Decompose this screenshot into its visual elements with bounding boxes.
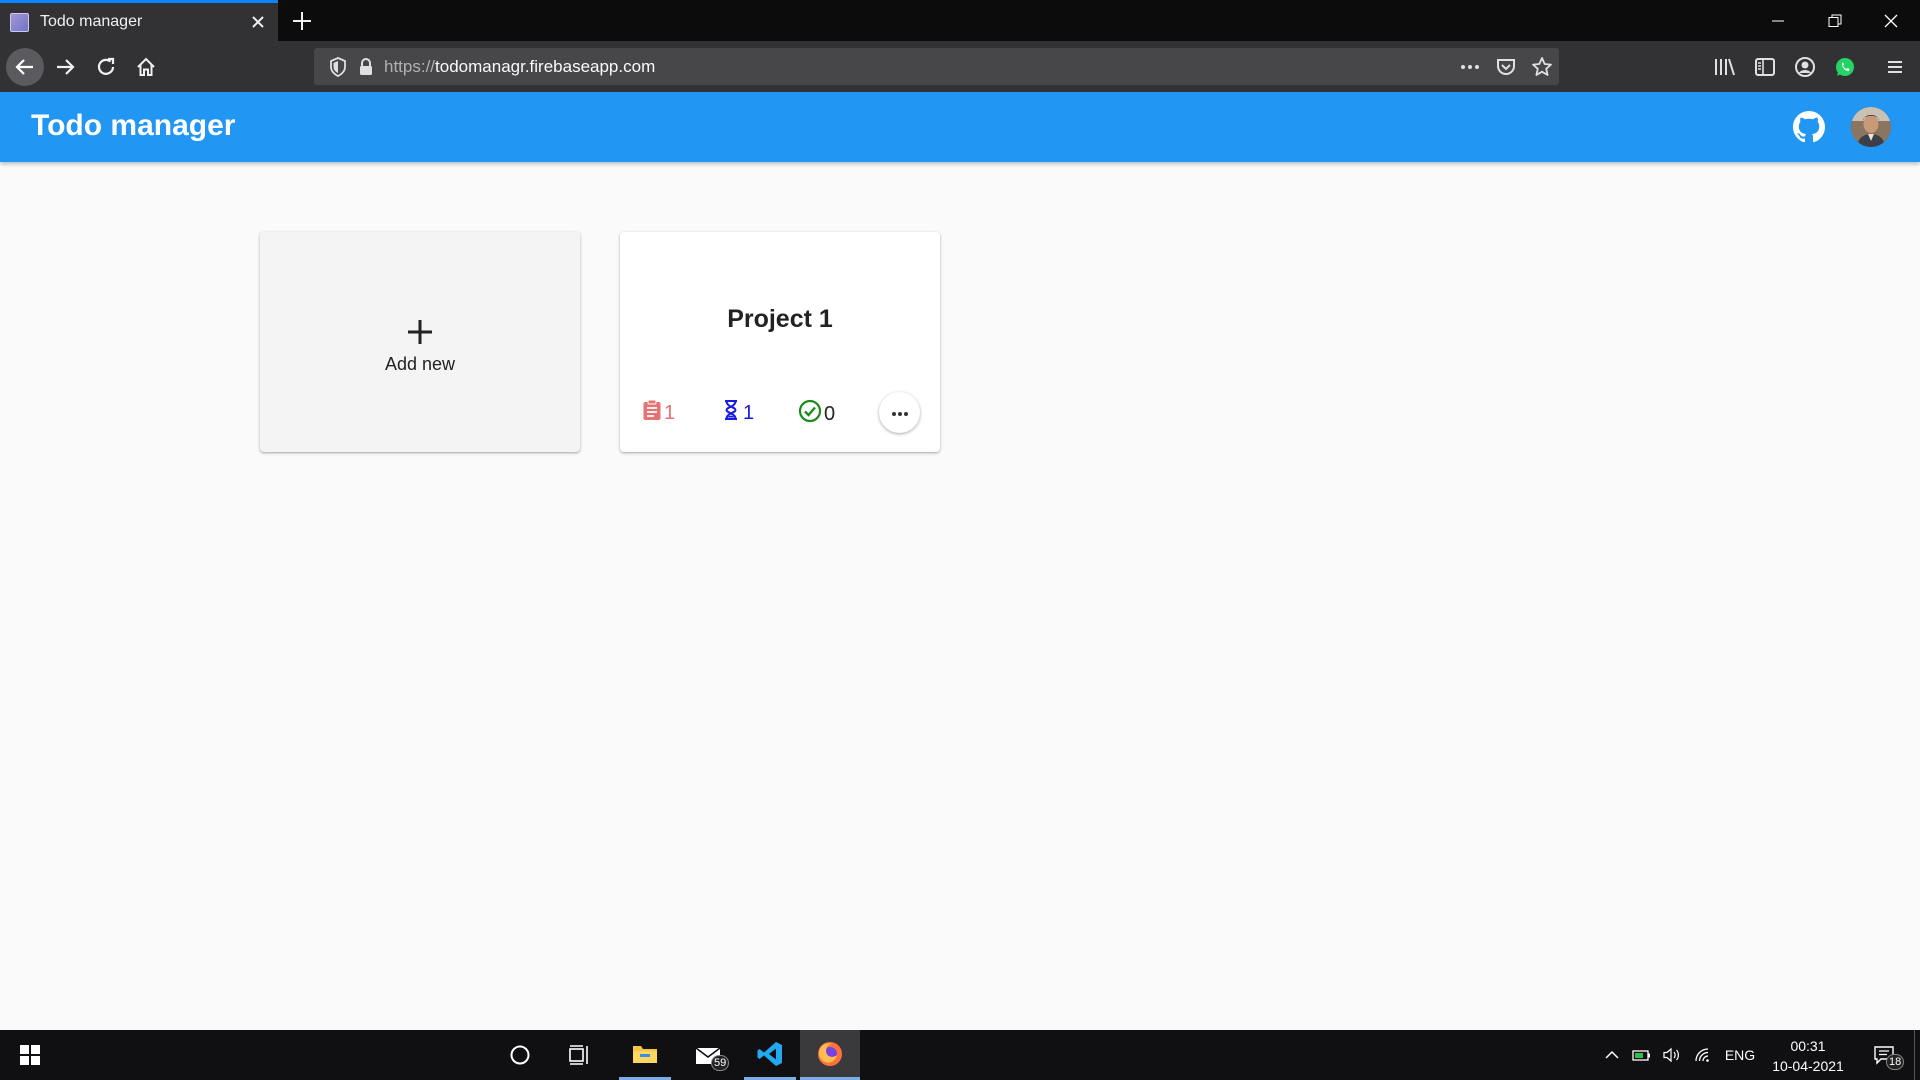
volume-icon[interactable] bbox=[1660, 1030, 1684, 1080]
todo-count-value: 1 bbox=[664, 401, 676, 424]
windows-logo-icon bbox=[20, 1045, 40, 1065]
tab-close-icon[interactable] bbox=[248, 12, 268, 32]
user-avatar[interactable] bbox=[1851, 107, 1891, 147]
browser-tab[interactable]: Todo manager bbox=[0, 0, 278, 41]
file-explorer-button[interactable] bbox=[619, 1030, 671, 1080]
project-card[interactable]: Project 1 1 1 0 bbox=[620, 232, 940, 452]
windows-taskbar: 59 ENG 00:31 10-04-2021 18 bbox=[0, 1030, 1920, 1080]
whatsapp-icon[interactable] bbox=[1833, 55, 1857, 79]
action-center-button[interactable]: 18 bbox=[1864, 1030, 1905, 1080]
firefox-icon bbox=[818, 1041, 842, 1066]
show-desktop-button[interactable] bbox=[1914, 1030, 1920, 1080]
cortana-button[interactable] bbox=[496, 1030, 544, 1080]
project-title: Project 1 bbox=[727, 305, 833, 333]
more-options-button[interactable] bbox=[879, 392, 920, 433]
done-count: 0 bbox=[798, 399, 835, 429]
add-new-label: Add new bbox=[384, 354, 456, 374]
url-bar[interactable]: https://todomanagr.firebaseapp.com bbox=[314, 48, 1559, 85]
home-button[interactable] bbox=[127, 48, 165, 86]
start-button[interactable] bbox=[0, 1030, 60, 1080]
restore-button[interactable] bbox=[1806, 0, 1864, 41]
url-text: https://todomanagr.firebaseapp.com bbox=[384, 57, 656, 76]
add-new-card[interactable]: Add new bbox=[260, 232, 580, 452]
show-hidden-icons-button[interactable] bbox=[1600, 1030, 1624, 1080]
plus-icon bbox=[404, 316, 436, 348]
page-actions-icon[interactable] bbox=[1458, 55, 1482, 79]
github-icon[interactable] bbox=[1793, 111, 1825, 143]
account-icon[interactable] bbox=[1793, 55, 1817, 79]
wifi-icon[interactable] bbox=[1692, 1030, 1716, 1080]
todo-count: 1 bbox=[642, 399, 675, 427]
back-button[interactable] bbox=[6, 48, 44, 86]
clipboard-list-icon bbox=[642, 399, 662, 427]
hourglass-icon bbox=[723, 399, 739, 427]
in-progress-count-value: 1 bbox=[743, 401, 755, 424]
task-view-button[interactable] bbox=[556, 1030, 604, 1080]
firefox-button[interactable] bbox=[800, 1030, 860, 1080]
favicon-icon bbox=[10, 12, 29, 32]
battery-icon[interactable] bbox=[1630, 1030, 1654, 1080]
menu-icon[interactable] bbox=[1883, 55, 1907, 79]
mail-badge: 59 bbox=[711, 1055, 730, 1071]
tab-title: Todo manager bbox=[40, 13, 143, 30]
done-count-value: 0 bbox=[824, 402, 836, 425]
more-horizontal-icon bbox=[891, 404, 909, 422]
new-tab-button[interactable] bbox=[288, 7, 316, 35]
in-progress-count: 1 bbox=[723, 399, 754, 427]
clock-date: 10-04-2021 bbox=[1772, 1058, 1844, 1074]
folder-icon bbox=[633, 1045, 657, 1063]
browser-toolbar: https://todomanagr.firebaseapp.com bbox=[0, 41, 1920, 92]
sidebar-icon[interactable] bbox=[1753, 55, 1777, 79]
app-header: Todo manager bbox=[0, 92, 1920, 162]
forward-button[interactable] bbox=[46, 48, 84, 86]
tracking-shield-icon[interactable] bbox=[326, 55, 350, 79]
minimize-button[interactable] bbox=[1749, 0, 1807, 41]
check-circle-icon bbox=[798, 399, 822, 429]
lock-icon[interactable] bbox=[354, 55, 378, 79]
input-language[interactable]: ENG bbox=[1721, 1030, 1759, 1080]
pocket-icon[interactable] bbox=[1494, 55, 1518, 79]
notification-badge: 18 bbox=[1886, 1054, 1905, 1070]
vscode-button[interactable] bbox=[744, 1030, 796, 1080]
vscode-icon bbox=[757, 1041, 782, 1066]
clock[interactable]: 00:31 10-04-2021 bbox=[1768, 1036, 1848, 1076]
browser-tab-strip: Todo manager bbox=[0, 0, 1920, 41]
library-icon[interactable] bbox=[1713, 55, 1737, 79]
clock-time: 00:31 bbox=[1790, 1038, 1826, 1054]
app-title: Todo manager bbox=[31, 109, 236, 142]
mail-button[interactable]: 59 bbox=[683, 1030, 735, 1080]
bookmark-star-icon[interactable] bbox=[1530, 55, 1554, 79]
close-window-button[interactable] bbox=[1862, 0, 1920, 41]
reload-button[interactable] bbox=[87, 48, 125, 86]
